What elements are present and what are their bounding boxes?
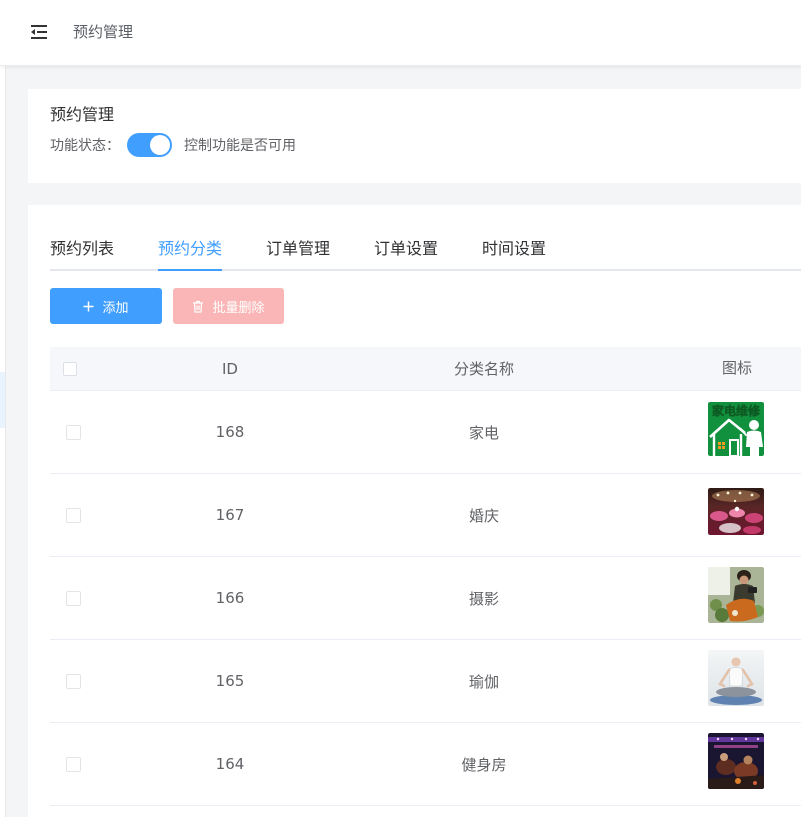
row-name: 瑜伽 xyxy=(468,672,499,691)
menu-fold-icon[interactable] xyxy=(27,22,49,42)
add-button-label: 添加 xyxy=(102,300,129,316)
tab-appointment-list[interactable]: 预约列表 xyxy=(50,229,114,269)
switch-knob xyxy=(150,135,170,155)
row-check-cell xyxy=(50,723,96,805)
plus-icon xyxy=(83,301,94,312)
row-checkbox[interactable] xyxy=(66,508,81,523)
row-icon-cell: 家电维修 xyxy=(604,391,801,473)
photography-image xyxy=(708,567,764,623)
table-row: 168 家电 家电维修 xyxy=(50,391,801,474)
row-id: 167 xyxy=(215,506,245,524)
row-check-cell xyxy=(50,391,96,473)
icon-caption: 家电维修 xyxy=(712,403,761,418)
column-header-icon-label: 图标 xyxy=(722,359,753,377)
select-all-checkbox[interactable] xyxy=(63,362,77,376)
category-table: ID 分类名称 图标 168 家电 家电维修 167 婚庆 166 摄影 165… xyxy=(50,347,801,806)
row-id: 165 xyxy=(215,672,245,690)
column-header-name: 分类名称 xyxy=(453,360,514,378)
sidebar-edge xyxy=(0,66,6,817)
row-name: 家电 xyxy=(468,423,499,442)
header-check-cell xyxy=(50,347,96,390)
feature-status-switch[interactable] xyxy=(127,133,172,157)
table-row: 166 摄影 xyxy=(50,557,801,640)
row-id: 166 xyxy=(215,589,245,607)
table-row: 165 瑜伽 xyxy=(50,640,801,723)
table-row: 167 婚庆 xyxy=(50,474,801,557)
column-header-id: ID xyxy=(222,359,238,378)
row-icon-cell xyxy=(604,557,801,639)
breadcrumb-title: 预约管理 xyxy=(73,23,134,41)
yoga-image xyxy=(708,650,764,706)
table-header: ID 分类名称 图标 xyxy=(50,347,801,391)
row-checkbox[interactable] xyxy=(66,591,81,606)
row-checkbox[interactable] xyxy=(66,757,81,772)
sidebar-active-item[interactable] xyxy=(0,372,5,428)
row-id: 164 xyxy=(215,755,245,773)
table-row: 164 健身房 xyxy=(50,723,801,806)
row-icon-cell xyxy=(604,723,801,805)
row-icon-cell xyxy=(604,474,801,556)
feature-status-hint: 控制功能是否可用 xyxy=(184,138,296,154)
row-name: 健身房 xyxy=(461,755,507,774)
row-icon-cell xyxy=(604,640,801,722)
tab-time-settings[interactable]: 时间设置 xyxy=(482,229,546,269)
feature-status-row: 功能状态： 控制功能是否可用 xyxy=(50,133,296,157)
row-id: 168 xyxy=(215,423,245,441)
batch-delete-button-label: 批量删除 xyxy=(212,300,265,316)
row-name: 婚庆 xyxy=(468,506,499,525)
tab-order-management[interactable]: 订单管理 xyxy=(266,229,330,269)
add-button[interactable]: 添加 xyxy=(50,288,162,324)
top-header: 预约管理 xyxy=(0,0,801,66)
row-checkbox[interactable] xyxy=(66,674,81,689)
feature-status-label: 功能状态： xyxy=(50,138,120,154)
row-check-cell xyxy=(50,557,96,639)
feature-status-card: 预约管理 功能状态： 控制功能是否可用 xyxy=(28,89,801,183)
tab-order-settings[interactable]: 订单设置 xyxy=(374,229,438,269)
row-name: 摄影 xyxy=(468,589,499,608)
row-checkbox[interactable] xyxy=(66,425,81,440)
column-header-icon: 图标 xyxy=(604,347,801,390)
main-card: 预约列表 预约分类 订单管理 订单设置 时间设置 添加 批量删除 ID 分类名称… xyxy=(28,205,801,817)
trash-icon xyxy=(192,300,204,313)
page-title: 预约管理 xyxy=(50,105,115,124)
wedding-image xyxy=(708,488,764,535)
gym-image xyxy=(708,733,764,789)
row-check-cell xyxy=(50,640,96,722)
tab-appointment-category[interactable]: 预约分类 xyxy=(158,229,223,271)
appliance-repair-image: 家电维修 xyxy=(708,402,764,456)
row-check-cell xyxy=(50,474,96,556)
tab-bar: 预约列表 预约分类 订单管理 订单设置 时间设置 xyxy=(50,229,801,271)
batch-delete-button[interactable]: 批量删除 xyxy=(173,288,284,324)
